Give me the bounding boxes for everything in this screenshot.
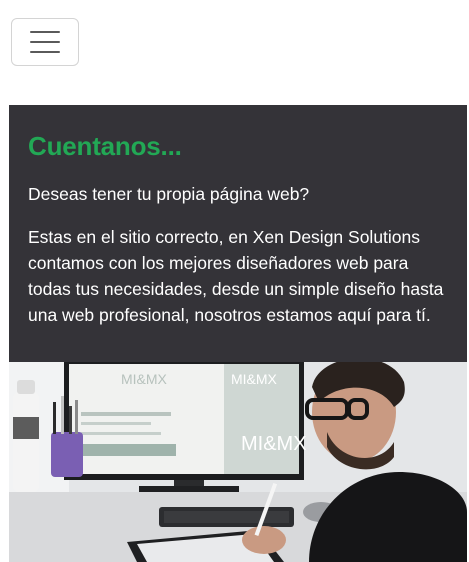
svg-text:MI&MX: MI&MX xyxy=(241,433,307,455)
card-question: Deseas tener tu propia página web? xyxy=(28,184,310,204)
navbar-toggle-button[interactable] xyxy=(11,18,79,66)
svg-text:MI&MX: MI&MX xyxy=(121,371,168,387)
card-title: Cuentanos... xyxy=(28,131,182,161)
card-body: Cuentanos... Deseas tener tu propia pági… xyxy=(9,105,467,328)
card-text: Estas en el sitio correcto, en Xen Desig… xyxy=(28,227,444,325)
hamburger-icon xyxy=(30,31,60,53)
monitor: MI&MX MI&MX MI&MX xyxy=(64,362,307,492)
page: Cuentanos... Deseas tener tu propia pági… xyxy=(0,0,469,562)
designer-at-desk-photo: MI&MX MI&MX MI&MX xyxy=(9,362,467,562)
info-card: Cuentanos... Deseas tener tu propia pági… xyxy=(9,105,467,562)
svg-text:MI&MX: MI&MX xyxy=(231,371,278,387)
